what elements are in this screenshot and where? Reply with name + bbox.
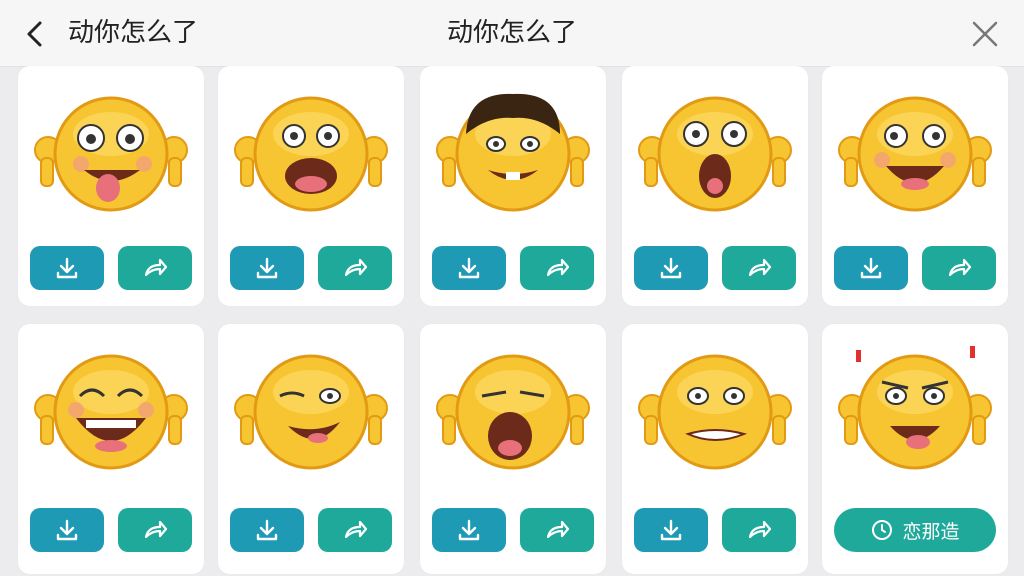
share-button[interactable] (118, 246, 192, 290)
share-icon (342, 255, 368, 281)
page-title-left: 动你怎么了 (68, 18, 199, 48)
download-icon (658, 255, 684, 281)
download-icon (456, 255, 482, 281)
laughing-tears-emoji[interactable] (26, 330, 196, 490)
share-icon (746, 517, 772, 543)
sticker-card (218, 66, 404, 306)
download-button[interactable] (432, 508, 506, 552)
share-button[interactable] (520, 246, 594, 290)
sticker-card (18, 66, 204, 306)
share-button[interactable] (318, 508, 392, 552)
sticker-card (622, 324, 808, 574)
download-icon (658, 517, 684, 543)
make-button-label: 恋那造 (902, 520, 960, 543)
share-icon (142, 255, 168, 281)
share-button[interactable] (722, 246, 796, 290)
download-icon (54, 255, 80, 281)
download-button[interactable] (432, 246, 506, 290)
clock-icon (870, 518, 894, 542)
share-button[interactable] (118, 508, 192, 552)
download-button[interactable] (230, 508, 304, 552)
share-button[interactable] (722, 508, 796, 552)
sticker-card (18, 324, 204, 574)
share-icon (746, 255, 772, 281)
download-button[interactable] (634, 246, 708, 290)
shocked-emoji[interactable] (630, 72, 800, 232)
sticker-card (218, 324, 404, 574)
download-icon (254, 517, 280, 543)
grimace-emoji[interactable] (630, 330, 800, 490)
close-icon[interactable] (968, 17, 1002, 51)
share-button[interactable] (520, 508, 594, 552)
share-button[interactable] (318, 246, 392, 290)
sticker-card (420, 324, 606, 574)
sticker-card: 恋那造 (822, 324, 1008, 574)
download-button[interactable] (30, 508, 104, 552)
hair-grin-emoji[interactable] (428, 72, 598, 232)
sticker-card (822, 66, 1008, 306)
download-icon (54, 517, 80, 543)
sticker-card (420, 66, 606, 306)
sticker-grid: 恋那造 (0, 66, 1024, 576)
share-icon (946, 255, 972, 281)
download-icon (858, 255, 884, 281)
share-icon (142, 517, 168, 543)
download-button[interactable] (230, 246, 304, 290)
sticker-card (622, 66, 808, 306)
tongue-out-emoji[interactable] (26, 72, 196, 232)
yawning-emoji[interactable] (428, 330, 598, 490)
crazy-laugh-emoji[interactable] (830, 72, 1000, 232)
share-icon (544, 255, 570, 281)
share-icon (342, 517, 368, 543)
angry-shout-emoji[interactable] (830, 330, 1000, 490)
title-bar: 动你怎么了 动你怎么了 (0, 0, 1024, 67)
download-button[interactable] (834, 246, 908, 290)
download-icon (254, 255, 280, 281)
make-button[interactable]: 恋那造 (834, 508, 996, 552)
download-button[interactable] (30, 246, 104, 290)
share-icon (544, 517, 570, 543)
shouting-emoji[interactable] (226, 72, 396, 232)
wink-smirk-emoji[interactable] (226, 330, 396, 490)
chevron-left-icon[interactable] (18, 17, 52, 51)
download-button[interactable] (634, 508, 708, 552)
download-icon (456, 517, 482, 543)
share-button[interactable] (922, 246, 996, 290)
